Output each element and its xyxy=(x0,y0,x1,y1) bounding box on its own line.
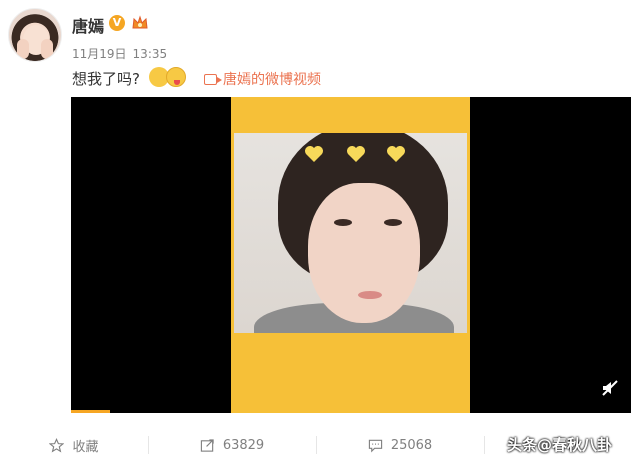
heart-icon xyxy=(305,146,323,162)
star-icon xyxy=(49,437,65,453)
post-time[interactable]: 13:35 xyxy=(133,47,168,61)
favorite-button[interactable]: 收藏 xyxy=(0,430,148,460)
emoji-tongue-icon xyxy=(166,67,186,87)
post-meta: 11月19日 13:35 xyxy=(72,45,173,62)
avatar-hand-right xyxy=(41,39,53,59)
video-player[interactable] xyxy=(71,97,631,413)
video-frame xyxy=(231,97,470,413)
divider xyxy=(484,436,485,454)
face xyxy=(308,183,420,323)
repost-button[interactable]: 63829 xyxy=(148,430,316,460)
username[interactable]: 唐嫣 xyxy=(72,13,104,37)
video-thumbnail xyxy=(234,133,467,333)
avatar[interactable] xyxy=(8,8,62,62)
post-date[interactable]: 11月19日 xyxy=(72,47,127,61)
video-link-label: 唐嫣的微博视频 xyxy=(223,72,321,88)
watermark: 头条@春秋八卦 xyxy=(507,436,613,454)
repost-icon xyxy=(200,438,214,452)
favorite-label: 收藏 xyxy=(72,439,99,455)
repost-count: 63829 xyxy=(222,437,265,453)
video-camera-icon xyxy=(204,73,222,85)
lips xyxy=(358,291,382,299)
comment-count: 25068 xyxy=(390,437,433,453)
member-crown-icon[interactable] xyxy=(131,15,149,31)
heart-icon xyxy=(347,146,365,162)
right-eye xyxy=(384,219,402,226)
video-link[interactable]: 唐嫣的微博视频 xyxy=(204,69,321,89)
heart-icon xyxy=(387,146,405,162)
video-progress-bar[interactable] xyxy=(71,410,111,413)
comment-icon xyxy=(368,439,382,452)
mute-icon[interactable] xyxy=(601,379,619,397)
comment-button[interactable]: 25068 xyxy=(316,430,484,460)
post-text: 想我了吗? xyxy=(72,70,140,88)
verified-badge-icon: V xyxy=(109,15,125,31)
left-eye xyxy=(334,219,352,226)
avatar-hand-left xyxy=(17,39,29,59)
